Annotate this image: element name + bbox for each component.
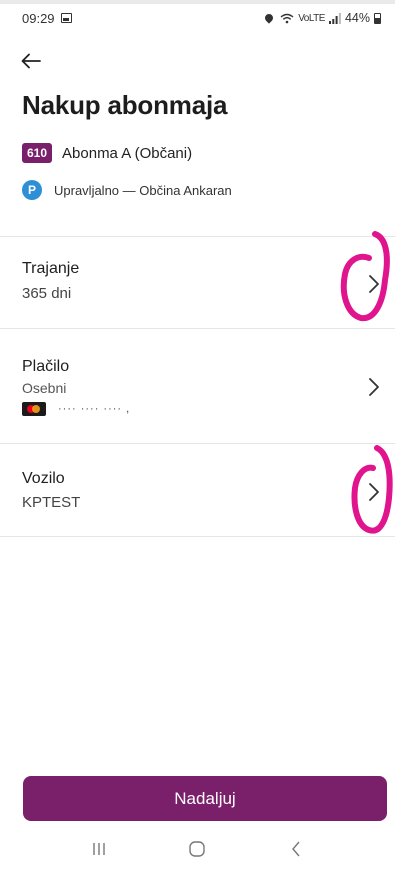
duration-label: Trajanje [22, 260, 80, 277]
duration-setting[interactable]: Trajanje 365 dni [0, 237, 395, 329]
location-icon [263, 12, 275, 24]
recent-apps-button[interactable] [79, 834, 119, 864]
back-arrow-icon [21, 53, 41, 69]
provider-name: Upravljalno — Občina Ankaran [54, 182, 232, 198]
back-button[interactable] [16, 46, 46, 76]
mastercard-icon [22, 402, 46, 416]
signal-icon [328, 12, 341, 24]
battery-icon [374, 12, 381, 24]
payment-setting[interactable]: Plačilo Osebni ···· ···· ···· , [0, 330, 395, 444]
battery-percent: 44% [344, 11, 370, 25]
network-type-label: VoLTE [298, 12, 325, 24]
provider-info: P Upravljalno — Občina Ankaran [22, 180, 232, 200]
payment-card: ···· ···· ···· , [22, 402, 130, 416]
payment-type: Osebni [22, 380, 67, 396]
duration-value: 365 dni [22, 285, 72, 302]
vehicle-label: Vozilo [22, 470, 65, 487]
card-number-masked: ···· ···· ···· , [58, 403, 131, 415]
chevron-right-icon[interactable] [367, 376, 381, 398]
home-button[interactable] [177, 834, 217, 864]
chevron-right-icon[interactable] [367, 481, 381, 503]
system-nav-bar [0, 824, 395, 874]
payment-label: Plačilo [22, 358, 70, 375]
vehicle-setting[interactable]: Vozilo KPTEST [0, 445, 395, 537]
status-time: 09:29 [22, 10, 55, 26]
status-bar: 09:29 VoLTE 44% [0, 0, 395, 32]
zone-badge: 610 [22, 143, 53, 163]
wifi-icon [280, 13, 294, 23]
parking-icon: P [22, 180, 42, 200]
screen: 09:29 VoLTE 44% Nakup abonmaja 610 Abonm… [0, 0, 395, 874]
recent-apps-icon [93, 843, 105, 855]
vehicle-value: KPTEST [22, 494, 81, 511]
nav-back-icon [291, 841, 300, 857]
subscription-info: 610 Abonma A (Občani) [22, 143, 192, 163]
home-icon [189, 841, 206, 857]
subscription-name: Abonma A (Občani) [62, 144, 193, 162]
chevron-right-icon[interactable] [367, 273, 381, 295]
system-back-button[interactable] [276, 834, 316, 864]
page-title: Nakup abonmaja [22, 90, 228, 120]
continue-button[interactable]: Nadaljuj [23, 776, 387, 821]
gallery-icon [60, 13, 72, 23]
